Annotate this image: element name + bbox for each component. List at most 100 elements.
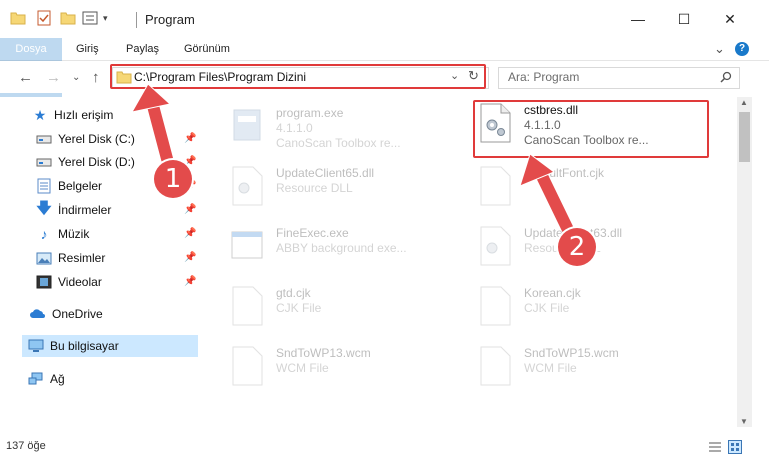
sidebar-item-network[interactable]: Ağ bbox=[28, 368, 198, 390]
application-icon bbox=[233, 109, 261, 141]
videos-icon bbox=[36, 274, 52, 290]
blank-file-icon bbox=[232, 346, 263, 386]
dll-gear-icon bbox=[232, 166, 263, 206]
scroll-up-icon[interactable]: ▲ bbox=[740, 98, 748, 107]
expand-ribbon-icon[interactable]: ⌄ bbox=[714, 38, 725, 60]
computer-icon bbox=[28, 338, 44, 354]
file-highlight-box bbox=[473, 100, 709, 158]
file-item-gtd-cjk[interactable]: gtd.cjk CJK File bbox=[228, 286, 468, 346]
sidebar-item-pictures[interactable]: Resimler bbox=[36, 247, 196, 269]
file-name: gtd.cjk bbox=[276, 286, 311, 300]
details-view-icon[interactable] bbox=[708, 441, 722, 453]
sidebar-item-label: Resimler bbox=[58, 251, 106, 265]
blank-file-icon bbox=[232, 286, 263, 326]
drive-icon bbox=[36, 154, 52, 170]
sidebar-item-label: Bu bilgisayar bbox=[50, 339, 119, 353]
sidebar-item-label: Müzik bbox=[58, 227, 90, 241]
file-description: CanoScan Toolbox re... bbox=[276, 136, 401, 150]
window-title: Program bbox=[145, 12, 195, 27]
search-placeholder: Ara: Program bbox=[508, 70, 580, 84]
sidebar-item-onedrive[interactable]: OneDrive bbox=[30, 303, 200, 325]
sidebar-item-label: Yerel Disk (C:) bbox=[58, 132, 135, 146]
title-bar: ▾ Program — ☐ ✕ bbox=[0, 0, 769, 38]
file-name: program.exe bbox=[276, 106, 344, 120]
recent-locations-chevron-icon[interactable]: ⌄ bbox=[72, 72, 80, 83]
file-type: CJK File bbox=[276, 301, 322, 315]
title-separator bbox=[136, 12, 137, 28]
scroll-down-icon[interactable]: ▼ bbox=[740, 417, 748, 426]
pin-icon[interactable]: 📌 bbox=[184, 133, 196, 144]
tab-home[interactable]: Giriş bbox=[76, 38, 99, 60]
large-icons-view-icon[interactable] bbox=[728, 440, 742, 454]
file-item-defaultfont-cjk[interactable]: DefaultFont.cjk bbox=[476, 166, 716, 226]
quick-access-toolbar: ▾ bbox=[10, 10, 108, 26]
folder-icon[interactable] bbox=[10, 10, 26, 26]
file-type: WCM File bbox=[276, 361, 329, 375]
file-name: DefaultFont.cjk bbox=[524, 166, 605, 180]
file-item-sndtowp13-wcm[interactable]: SndToWP13.wcm WCM File bbox=[228, 346, 468, 406]
up-arrow-icon[interactable]: ↑ bbox=[92, 69, 100, 86]
pin-icon[interactable]: 📌 bbox=[184, 252, 196, 263]
file-item-program-exe[interactable]: program.exe 4.1.1.0 CanoScan Toolbox re.… bbox=[228, 106, 468, 166]
file-name: FineExec.exe bbox=[276, 226, 349, 240]
scrollbar-thumb[interactable] bbox=[739, 112, 750, 162]
customize-toolbar-chevron-icon[interactable]: ▾ bbox=[103, 13, 108, 24]
sidebar-item-label: İndirmeler bbox=[58, 203, 112, 217]
file-item-sndtowp15-wcm[interactable]: SndToWP15.wcm WCM File bbox=[476, 346, 716, 406]
application-icon bbox=[231, 231, 263, 259]
minimize-button[interactable]: — bbox=[615, 0, 661, 38]
blank-file-icon bbox=[480, 286, 511, 326]
pin-icon[interactable]: 📌 bbox=[184, 204, 196, 215]
sidebar-item-local-disk-c[interactable]: Yerel Disk (C:) bbox=[36, 128, 196, 150]
file-name: SndToWP13.wcm bbox=[276, 346, 371, 360]
sidebar-item-music[interactable]: ♪ Müzik bbox=[36, 223, 196, 245]
network-icon bbox=[28, 371, 44, 387]
file-item-updateclient65-dll[interactable]: UpdateClient65.dll Resource DLL bbox=[228, 166, 468, 226]
music-icon: ♪ bbox=[40, 226, 48, 242]
file-item-fineexec-exe[interactable]: FineExec.exe ABBY background exe... bbox=[228, 226, 468, 286]
step-marker-2: 2 bbox=[558, 228, 596, 266]
file-item-updateclient63-dll[interactable]: UpdateClient63.dll Resource DLL bbox=[476, 226, 716, 286]
help-icon[interactable]: ? bbox=[735, 42, 749, 56]
sidebar-item-videos[interactable]: Videolar bbox=[36, 271, 196, 293]
blank-file-icon bbox=[480, 166, 511, 206]
dll-gear-icon bbox=[480, 226, 511, 266]
pin-icon[interactable]: 📌 bbox=[184, 276, 196, 287]
sidebar-item-quick-access[interactable]: ★ Hızlı erişim bbox=[32, 104, 202, 126]
sidebar-item-label: Hızlı erişim bbox=[54, 108, 114, 122]
sidebar-item-label: Videolar bbox=[58, 275, 102, 289]
cloud-icon bbox=[30, 306, 46, 322]
file-name: UpdateClient65.dll bbox=[276, 166, 375, 180]
file-version: 4.1.1.0 bbox=[276, 121, 313, 135]
back-arrow-icon[interactable]: ← bbox=[18, 69, 33, 86]
pictures-icon bbox=[36, 250, 52, 266]
sidebar-item-downloads[interactable]: 🡇 İndirmeler bbox=[36, 199, 196, 221]
sidebar-item-this-pc[interactable]: Bu bilgisayar bbox=[22, 335, 198, 357]
blank-file-icon bbox=[480, 346, 511, 386]
sidebar-item-label: Yerel Disk (D:) bbox=[58, 155, 135, 169]
file-type: WCM File bbox=[524, 361, 577, 375]
search-icon[interactable] bbox=[720, 71, 732, 83]
sidebar-item-label: Belgeler bbox=[58, 179, 103, 193]
sidebar-item-label: OneDrive bbox=[52, 307, 103, 321]
file-name: Korean.cjk bbox=[524, 286, 581, 300]
drive-icon bbox=[36, 131, 52, 147]
file-item-korean-cjk[interactable]: Korean.cjk CJK File bbox=[476, 286, 716, 346]
new-folder-icon[interactable] bbox=[60, 10, 76, 26]
address-highlight-box bbox=[110, 64, 486, 89]
file-type: CJK File bbox=[524, 301, 570, 315]
sidebar-item-label: Ağ bbox=[50, 372, 65, 386]
ribbon-tabs: Dosya Giriş Paylaş Görünüm ⌄ ? bbox=[0, 38, 769, 98]
view-options-icon[interactable] bbox=[82, 10, 100, 26]
forward-arrow-icon[interactable]: → bbox=[46, 69, 61, 86]
file-description: ABBY background exe... bbox=[276, 241, 407, 255]
pin-icon[interactable]: 📌 bbox=[184, 228, 196, 239]
tab-view[interactable]: Görünüm bbox=[184, 38, 230, 60]
close-button[interactable]: ✕ bbox=[707, 0, 753, 38]
item-count: 137 öğe bbox=[6, 440, 46, 452]
properties-icon[interactable] bbox=[36, 10, 52, 26]
step-marker-1: 1 bbox=[154, 160, 192, 198]
star-icon: ★ bbox=[33, 106, 47, 123]
tab-share[interactable]: Paylaş bbox=[126, 38, 159, 60]
maximize-button[interactable]: ☐ bbox=[661, 0, 707, 38]
